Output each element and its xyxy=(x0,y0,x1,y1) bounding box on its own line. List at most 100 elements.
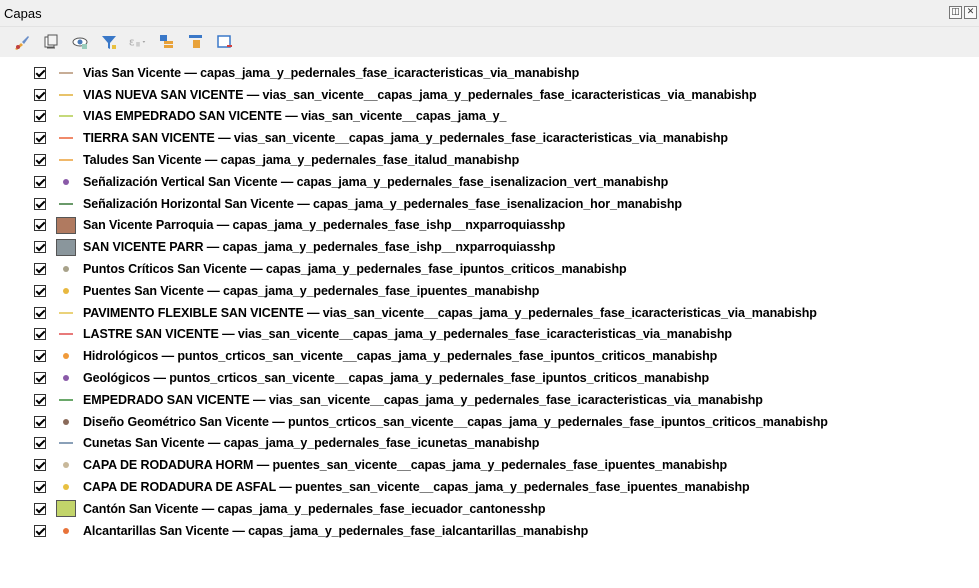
layer-visibility-checkbox[interactable] xyxy=(34,481,46,494)
layer-symbol-line-icon xyxy=(55,128,77,148)
layer-row[interactable]: Vias San Vicente — capas_jama_y_pedernal… xyxy=(0,62,979,84)
layer-visibility-checkbox[interactable] xyxy=(34,306,46,319)
layer-label: SAN VICENTE PARR — capas_jama_y_pedernal… xyxy=(83,240,556,255)
layer-symbol-dot-icon xyxy=(55,521,77,541)
layer-visibility-checkbox[interactable] xyxy=(34,284,46,297)
layer-label: Vias San Vicente — capas_jama_y_pedernal… xyxy=(83,65,580,80)
remove-layer-icon[interactable] xyxy=(215,32,235,52)
layer-visibility-checkbox[interactable] xyxy=(34,132,46,145)
layer-row[interactable]: Puentes San Vicente — capas_jama_y_peder… xyxy=(0,280,979,302)
layer-symbol-line-icon xyxy=(55,106,77,126)
add-group-icon[interactable] xyxy=(41,32,61,52)
layer-label: San Vicente Parroquia — capas_jama_y_ped… xyxy=(83,218,566,233)
layer-symbol-line-icon xyxy=(55,150,77,170)
layer-row[interactable]: Cunetas San Vicente — capas_jama_y_peder… xyxy=(0,433,979,455)
layer-visibility-checkbox[interactable] xyxy=(34,154,46,167)
layer-label: TIERRA SAN VICENTE — vias_san_vicente__c… xyxy=(83,131,728,146)
layer-row[interactable]: Alcantarillas San Vicente — capas_jama_y… xyxy=(0,520,979,542)
layer-symbol-dot-icon xyxy=(55,346,77,366)
layer-row[interactable]: San Vicente Parroquia — capas_jama_y_ped… xyxy=(0,215,979,237)
layer-label: Cantón San Vicente — capas_jama_y_pedern… xyxy=(83,501,546,516)
expand-all-icon[interactable] xyxy=(157,32,177,52)
layer-label: Señalización Horizontal San Vicente — ca… xyxy=(83,196,682,211)
layer-symbol-line-icon xyxy=(55,85,77,105)
float-panel-icon[interactable]: ◫ xyxy=(949,6,962,19)
layer-label: Taludes San Vicente — capas_jama_y_peder… xyxy=(83,153,520,168)
layer-symbol-dot-icon xyxy=(55,259,77,279)
layer-label: LASTRE SAN VICENTE — vias_san_vicente__c… xyxy=(83,327,732,342)
layer-label: CAPA DE RODADURA DE ASFAL — puentes_san_… xyxy=(83,480,750,495)
layer-row[interactable]: Puntos Críticos San Vicente — capas_jama… xyxy=(0,258,979,280)
layer-visibility-checkbox[interactable] xyxy=(34,393,46,406)
layer-label: Puntos Críticos San Vicente — capas_jama… xyxy=(83,262,627,277)
layer-row[interactable]: Diseño Geométrico San Vicente — puntos_c… xyxy=(0,411,979,433)
layer-label: Puentes San Vicente — capas_jama_y_peder… xyxy=(83,283,540,298)
layer-visibility-checkbox[interactable] xyxy=(34,263,46,276)
layer-symbol-line-icon xyxy=(55,194,77,214)
layer-visibility-checkbox[interactable] xyxy=(34,110,46,123)
layer-row[interactable]: Geológicos — puntos_crticos_san_vicente_… xyxy=(0,367,979,389)
layer-symbol-line-icon xyxy=(55,324,77,344)
visibility-eye-icon[interactable] xyxy=(70,32,90,52)
layer-row[interactable]: Señalización Vertical San Vicente — capa… xyxy=(0,171,979,193)
layer-visibility-checkbox[interactable] xyxy=(34,502,46,515)
layer-row[interactable]: VIAS EMPEDRADO SAN VICENTE — vias_san_vi… xyxy=(0,106,979,128)
layer-symbol-line-icon xyxy=(55,433,77,453)
layer-label: VIAS NUEVA SAN VICENTE — vias_san_vicent… xyxy=(83,87,757,102)
layer-visibility-checkbox[interactable] xyxy=(34,459,46,472)
layer-visibility-checkbox[interactable] xyxy=(34,219,46,232)
layer-visibility-checkbox[interactable] xyxy=(34,350,46,363)
layer-row[interactable]: Señalización Horizontal San Vicente — ca… xyxy=(0,193,979,215)
layer-symbol-line-icon xyxy=(55,63,77,83)
layer-visibility-checkbox[interactable] xyxy=(34,241,46,254)
layer-visibility-checkbox[interactable] xyxy=(34,372,46,385)
layer-visibility-checkbox[interactable] xyxy=(34,328,46,341)
close-panel-icon[interactable]: ✕ xyxy=(964,6,977,19)
layer-visibility-checkbox[interactable] xyxy=(34,175,46,188)
layer-label: CAPA DE RODADURA HORM — puentes_san_vice… xyxy=(83,458,728,473)
layer-symbol-dot-icon xyxy=(55,172,77,192)
layer-label: Hidrológicos — puntos_crticos_san_vicent… xyxy=(83,349,718,364)
layer-symbol-fill-icon xyxy=(55,237,77,257)
filter-expression-icon[interactable]: ε xyxy=(128,32,148,52)
layer-symbol-line-icon xyxy=(55,390,77,410)
layer-symbol-dot-icon xyxy=(55,281,77,301)
layer-row[interactable]: PAVIMENTO FLEXIBLE SAN VICENTE — vias_sa… xyxy=(0,302,979,324)
layer-row[interactable]: CAPA DE RODADURA HORM — puentes_san_vice… xyxy=(0,454,979,476)
layer-row[interactable]: CAPA DE RODADURA DE ASFAL — puentes_san_… xyxy=(0,476,979,498)
layer-symbol-dot-icon xyxy=(55,412,77,432)
layer-symbol-fill-icon xyxy=(55,215,77,235)
layer-visibility-checkbox[interactable] xyxy=(34,88,46,101)
layer-visibility-checkbox[interactable] xyxy=(34,524,46,537)
layers-toolbar: ε xyxy=(0,27,979,57)
layer-symbol-dot-icon xyxy=(55,455,77,475)
layer-row[interactable]: TIERRA SAN VICENTE — vias_san_vicente__c… xyxy=(0,127,979,149)
layer-label: PAVIMENTO FLEXIBLE SAN VICENTE — vias_sa… xyxy=(83,305,817,320)
layer-list: Vias San Vicente — capas_jama_y_pedernal… xyxy=(0,62,979,542)
layer-symbol-fill-icon xyxy=(55,499,77,519)
layer-visibility-checkbox[interactable] xyxy=(34,415,46,428)
layer-row[interactable]: EMPEDRADO SAN VICENTE — vias_san_vicente… xyxy=(0,389,979,411)
layer-row[interactable]: Taludes San Vicente — capas_jama_y_peder… xyxy=(0,149,979,171)
layer-row[interactable]: VIAS NUEVA SAN VICENTE — vias_san_vicent… xyxy=(0,84,979,106)
layer-row[interactable]: Cantón San Vicente — capas_jama_y_pedern… xyxy=(0,498,979,520)
layer-label: Diseño Geométrico San Vicente — puntos_c… xyxy=(83,414,828,429)
layer-visibility-checkbox[interactable] xyxy=(34,197,46,210)
layer-label: Señalización Vertical San Vicente — capa… xyxy=(83,174,669,189)
filter-legend-icon[interactable] xyxy=(99,32,119,52)
layer-label: VIAS EMPEDRADO SAN VICENTE — vias_san_vi… xyxy=(83,109,507,124)
layer-row[interactable]: Hidrológicos — puntos_crticos_san_vicent… xyxy=(0,345,979,367)
layer-label: Cunetas San Vicente — capas_jama_y_peder… xyxy=(83,436,540,451)
layer-visibility-checkbox[interactable] xyxy=(34,66,46,79)
layer-label: EMPEDRADO SAN VICENTE — vias_san_vicente… xyxy=(83,392,763,407)
panel-window-buttons: ◫ ✕ xyxy=(949,6,977,19)
collapse-all-icon[interactable] xyxy=(186,32,206,52)
layer-symbol-dot-icon xyxy=(55,368,77,388)
panel-title: Capas xyxy=(4,6,42,21)
panel-titlebar: Capas ◫ ✕ xyxy=(0,0,979,27)
layer-row[interactable]: LASTRE SAN VICENTE — vias_san_vicente__c… xyxy=(0,324,979,346)
style-brush-icon[interactable] xyxy=(12,32,32,52)
layer-row[interactable]: SAN VICENTE PARR — capas_jama_y_pedernal… xyxy=(0,236,979,258)
layer-label: Alcantarillas San Vicente — capas_jama_y… xyxy=(83,523,589,538)
layer-visibility-checkbox[interactable] xyxy=(34,437,46,450)
